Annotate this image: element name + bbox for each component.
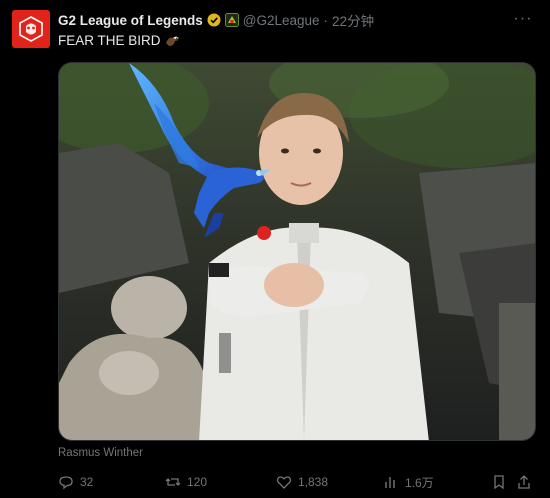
photo-image — [59, 63, 535, 440]
tweet-text-content: FEAR THE BIRD — [58, 33, 161, 48]
views-button[interactable]: 1.6万 — [383, 472, 434, 492]
account-name[interactable]: G2 League of Legends — [58, 13, 203, 28]
share-icon — [518, 475, 530, 489]
bookmark-button[interactable] — [491, 472, 507, 492]
like-button[interactable]: 1,838 — [276, 472, 328, 492]
bookmark-icon — [494, 475, 504, 490]
repost-icon — [165, 478, 181, 486]
verified-badge-icon[interactable] — [207, 13, 221, 27]
avatar[interactable] — [12, 10, 50, 48]
reply-button[interactable]: 32 — [58, 472, 93, 492]
repost-count: 120 — [187, 475, 208, 489]
tweet-text: FEAR THE BIRD — [58, 33, 180, 48]
more-options-button[interactable]: ··· — [512, 10, 534, 28]
photo-caption: Rasmus Winther — [58, 447, 143, 459]
tweet[interactable]: G2 League of Legends @G2League · 22分钟 ··… — [0, 0, 550, 498]
action-bar: 32 120 1,838 1.6万 — [58, 472, 540, 492]
account-handle[interactable]: @G2League — [243, 13, 320, 28]
eagle-emoji-icon — [165, 35, 179, 46]
timestamp[interactable]: 22分钟 — [332, 10, 374, 30]
reply-icon — [59, 476, 73, 490]
separator-dot: · — [323, 12, 329, 28]
reply-count: 32 — [80, 475, 94, 489]
tweet-header: G2 League of Legends @G2League · 22分钟 — [58, 10, 510, 30]
heart-icon — [276, 476, 292, 489]
like-count: 1,838 — [298, 475, 329, 489]
view-count: 1.6万 — [405, 475, 434, 490]
tweet-photo[interactable] — [58, 62, 536, 441]
g2-logo-icon — [19, 16, 43, 42]
views-icon — [385, 477, 395, 488]
share-button[interactable] — [516, 472, 532, 492]
more-icon: ··· — [513, 10, 533, 27]
repost-button[interactable]: 120 — [165, 472, 207, 492]
affiliate-badge-icon[interactable] — [224, 13, 239, 27]
